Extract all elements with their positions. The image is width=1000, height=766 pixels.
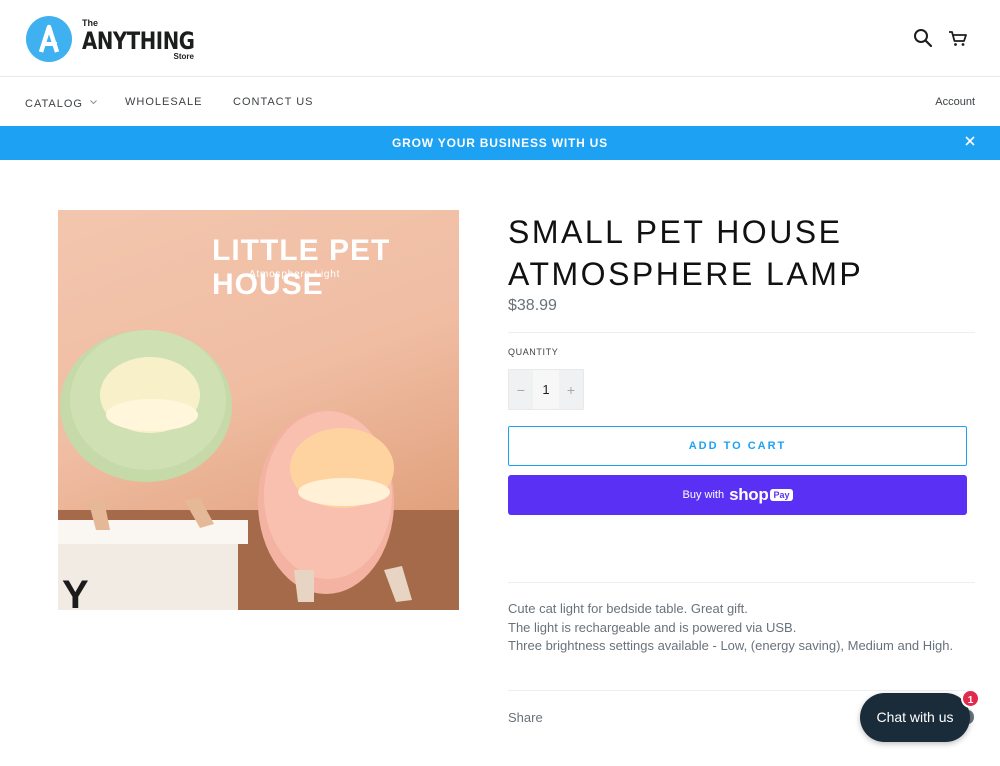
cart-icon[interactable] xyxy=(947,27,969,49)
chat-button[interactable]: Chat with us xyxy=(860,693,970,742)
product-image[interactable]: Y LITTLE PET HOUSE Atmosphere Light xyxy=(58,210,459,610)
logo-store: Store xyxy=(173,52,194,61)
nav-item-label: WHOLESALE xyxy=(125,96,203,108)
image-title: LITTLE PET HOUSE xyxy=(212,234,391,301)
buy-with-label: Buy with xyxy=(682,489,725,501)
divider xyxy=(508,690,975,691)
nav-item-catalog[interactable]: CATALOG xyxy=(25,96,97,110)
quantity-minus-button[interactable]: − xyxy=(509,382,533,398)
store-logo[interactable]: The ANYTHING Store xyxy=(26,15,195,63)
quantity-input[interactable]: 1 xyxy=(533,370,559,409)
description-line: Cute cat light for bedside table. Great … xyxy=(508,601,748,616)
announcement-bar[interactable]: GROW YOUR BUSINESS WITH US xyxy=(0,126,1000,160)
shop-logo: shop xyxy=(729,485,769,504)
account-link[interactable]: Account xyxy=(935,96,975,108)
svg-text:Y: Y xyxy=(62,573,89,610)
chevron-down-icon xyxy=(90,96,97,108)
search-icon[interactable] xyxy=(912,27,934,49)
main-nav: CATALOG WHOLESALE CONTACT US Account xyxy=(0,77,1000,126)
pay-badge: Pay xyxy=(770,489,793,501)
chat-notification-badge: 1 xyxy=(961,689,980,708)
product-description: Cute cat light for bedside table. Great … xyxy=(508,600,968,656)
quantity-plus-button[interactable]: + xyxy=(559,382,583,398)
site-header: The ANYTHING Store xyxy=(0,0,1000,77)
nav-item-contact-us[interactable]: CONTACT US xyxy=(233,96,314,108)
description-line: The light is rechargeable and is powered… xyxy=(508,619,797,635)
add-to-cart-button[interactable]: ADD TO CART xyxy=(508,426,967,466)
nav-item-label: CONTACT US xyxy=(233,96,314,108)
product-price: $38.99 xyxy=(508,297,557,314)
quantity-label: QUANTITY xyxy=(508,347,559,357)
quantity-stepper: − 1 + xyxy=(508,369,584,410)
image-subtitle: Atmosphere Light xyxy=(249,269,341,280)
logo-mark xyxy=(26,16,72,62)
divider xyxy=(508,332,975,333)
nav-item-label: CATALOG xyxy=(25,98,83,110)
buy-with-shop-pay-button[interactable]: Buy with shop Pay xyxy=(508,475,967,515)
logo-wordmark: The ANYTHING Store xyxy=(82,17,195,61)
description-line: Three brightness settings available - Lo… xyxy=(508,638,954,653)
nav-item-wholesale[interactable]: WHOLESALE xyxy=(125,96,202,108)
divider xyxy=(508,582,975,583)
close-icon[interactable] xyxy=(964,135,976,151)
logo-main: ANYTHING xyxy=(82,27,195,55)
share-label: Share xyxy=(508,710,543,725)
announcement-text[interactable]: GROW YOUR BUSINESS WITH US xyxy=(0,126,1000,160)
product-title: SMALL PET HOUSE ATMOSPHERE LAMP xyxy=(508,214,864,292)
